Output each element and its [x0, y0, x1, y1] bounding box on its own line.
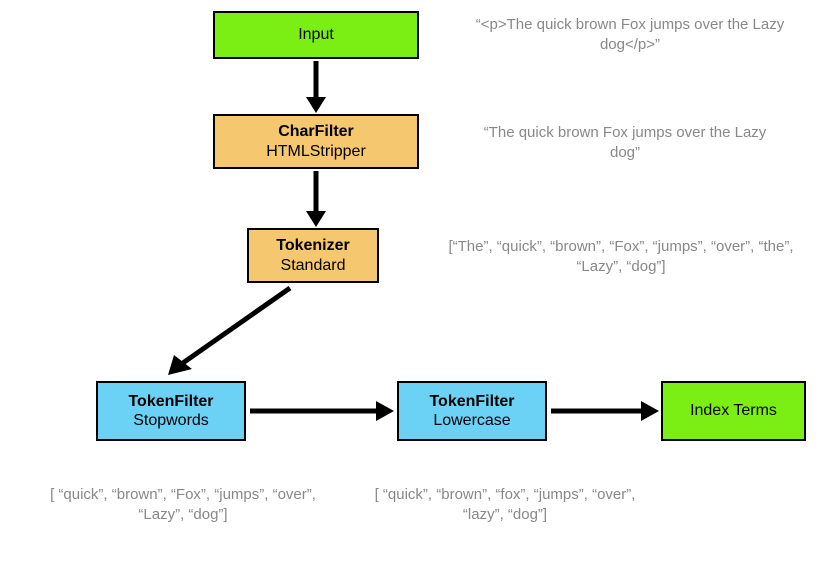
node-tokenfilter-stopwords: TokenFilter Stopwords	[96, 381, 246, 441]
annotation-charfilter: “The quick brown Fox jumps over the Lazy…	[470, 123, 780, 162]
arrow-charfilter-to-tokenizer	[300, 169, 332, 229]
node-tokenizer-title: Tokenizer	[276, 236, 350, 255]
node-index-terms: Index Terms	[661, 381, 806, 441]
node-tokenfilter-lowercase-subtitle: Lowercase	[433, 411, 510, 430]
arrow-input-to-charfilter	[300, 59, 332, 115]
annotation-stopwords: [ “quick”, “brown”, “Fox”, “jumps”, “ove…	[33, 485, 333, 524]
node-tokenizer: Tokenizer Standard	[247, 228, 379, 283]
node-tokenfilter-stopwords-title: TokenFilter	[128, 392, 213, 411]
node-charfilter-subtitle: HTMLStripper	[266, 142, 366, 161]
node-tokenfilter-lowercase-title: TokenFilter	[429, 392, 514, 411]
node-charfilter-title: CharFilter	[278, 122, 354, 141]
node-tokenfilter-stopwords-subtitle: Stopwords	[133, 411, 209, 430]
node-index-terms-label: Index Terms	[690, 401, 777, 420]
node-tokenfilter-lowercase: TokenFilter Lowercase	[397, 381, 547, 441]
annotation-tokenizer: [“The”, “quick”, “brown”, “Fox”, “jumps”…	[436, 237, 806, 276]
annotation-input: “<p>The quick brown Fox jumps over the L…	[470, 15, 790, 54]
arrow-stopwords-to-lowercase	[248, 395, 396, 427]
node-charfilter: CharFilter HTMLStripper	[213, 114, 419, 169]
arrow-tokenizer-to-stopwords	[150, 283, 310, 383]
annotation-lowercase: [ “quick”, “brown”, “fox”, “jumps”, “ove…	[355, 485, 655, 524]
node-input-label: Input	[298, 25, 334, 44]
arrow-lowercase-to-indexterms	[549, 395, 661, 427]
node-tokenizer-subtitle: Standard	[281, 256, 346, 275]
node-input: Input	[213, 11, 419, 59]
